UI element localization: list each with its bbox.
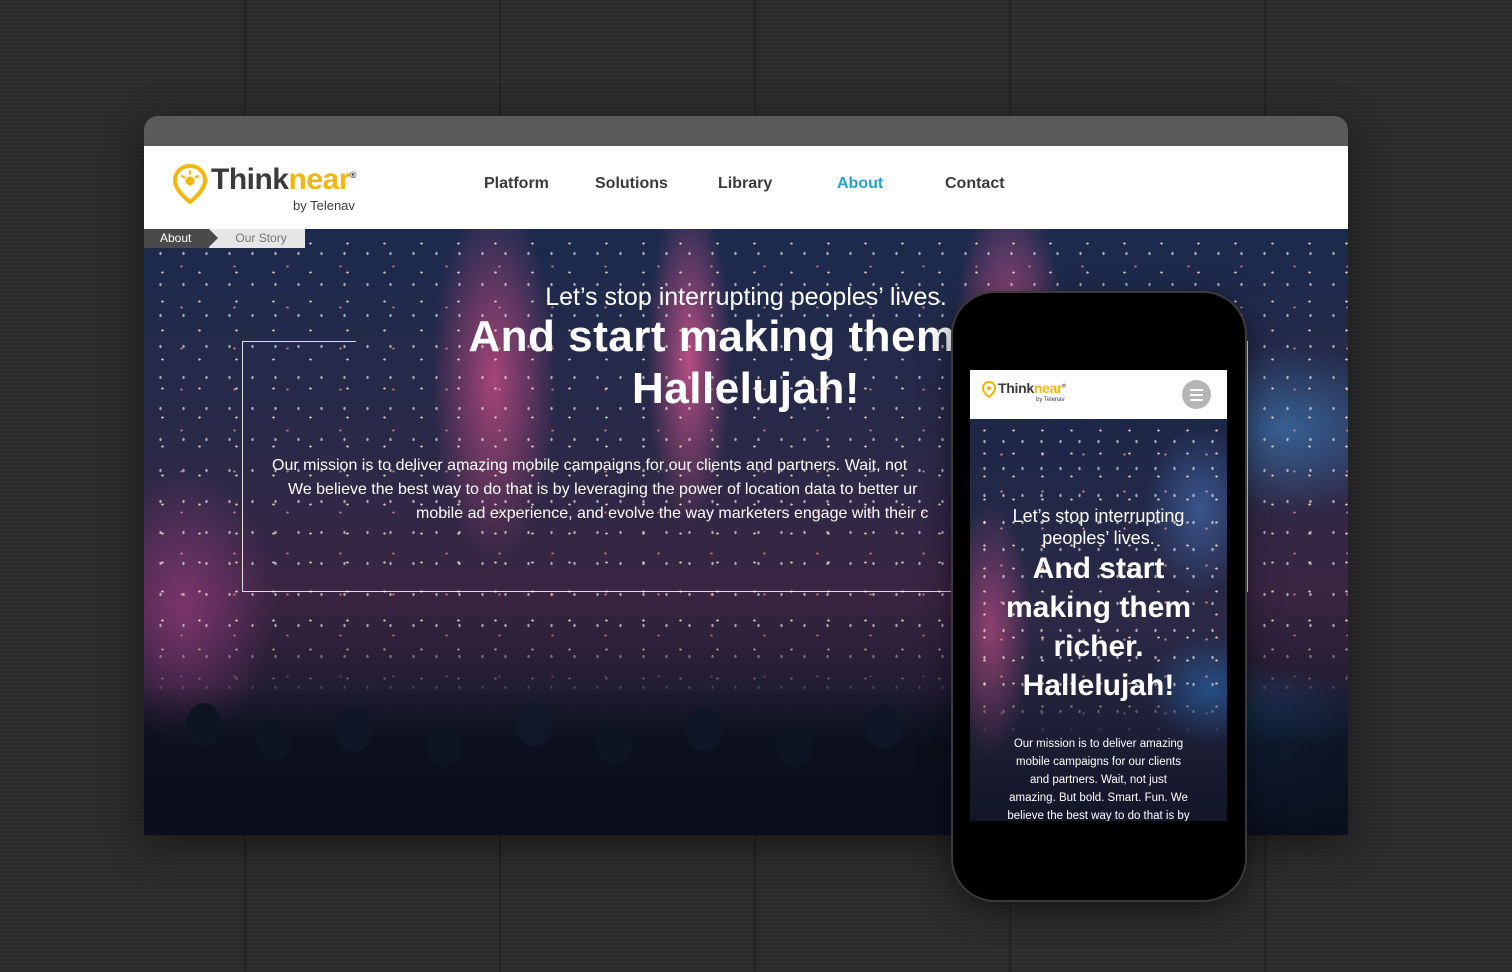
browser-title-bar [144, 116, 1348, 146]
hero-body: Our mission is to deliver amazing mobile… [264, 454, 944, 526]
mobile-logo-think: Think [998, 380, 1034, 396]
mobile-hero-subtitle-line-2: peoples’ lives. [1042, 528, 1155, 548]
mobile-hero-body-line-4: amazing. But bold. Smart. Fun. We [1009, 792, 1188, 804]
hero-body-line-2: We believe the best way to do that is by… [288, 481, 918, 498]
mobile-hero-body-line-5: believe the best way to do that is by [1007, 810, 1190, 821]
logo-byline: by Telenav [293, 198, 355, 213]
mobile-hero-body-line-1: Our mission is to deliver amazing [1013, 738, 1184, 750]
mobile-phone-mockup: Thinknear® by Telenav Let’s stop interru… [951, 291, 1247, 902]
breadcrumb-about[interactable]: About [144, 229, 219, 248]
logo-wordmark: Thinknear® [211, 163, 357, 197]
hero-body-line-1: Our mission is to deliver amazing mobile… [272, 457, 908, 474]
hero-body-line-3: mobile ad experience, and evolve the way… [416, 505, 929, 522]
nav-item-platform[interactable]: Platform [484, 175, 549, 193]
hamburger-menu-icon[interactable] [1182, 380, 1211, 409]
nav-item-about[interactable]: About [837, 175, 883, 193]
logo-near: near [288, 163, 351, 196]
logo-registered-mark: ® [349, 170, 357, 180]
breadcrumb-our-story: Our Story [209, 229, 305, 248]
mobile-hero-title-line-1: And start [1032, 552, 1165, 585]
mobile-header: Thinknear® by Telenav [970, 370, 1227, 419]
mobile-logo-wordmark[interactable]: Thinknear® [998, 380, 1066, 396]
breadcrumb: About Our Story [144, 229, 305, 248]
thinknear-logo[interactable]: Thinknear® by Telenav [173, 162, 373, 213]
logo-think: Think [211, 163, 289, 196]
mobile-logo-registered-mark: ® [1062, 383, 1066, 390]
mobile-hero-title-line-2: making them [1005, 591, 1192, 624]
mobile-location-pin-icon [982, 381, 996, 398]
mobile-hero-subtitle: Let’s stop interrupting peoples’ lives. [970, 505, 1227, 549]
mobile-hero-title: And start making them richer. Hallelujah… [970, 549, 1227, 705]
mobile-screen: Thinknear® by Telenav Let’s stop interru… [970, 370, 1227, 821]
site-header: Thinknear® by Telenav Platform Solutions… [144, 146, 1348, 229]
mobile-logo-near: near [1033, 380, 1063, 396]
mobile-hero-subtitle-line-1: Let’s stop interrupting [1012, 506, 1185, 526]
mobile-hero-body: Our mission is to deliver amazing mobile… [990, 735, 1207, 821]
nav-item-library[interactable]: Library [718, 175, 772, 193]
mobile-hero-title-line-3: richer. [1053, 630, 1144, 663]
location-pin-icon [173, 164, 207, 204]
nav-item-contact[interactable]: Contact [945, 175, 1005, 193]
mobile-logo-byline: by Telenav [1036, 397, 1065, 403]
mobile-hero-body-line-3: and partners. Wait, not just [1029, 774, 1167, 786]
nav-item-solutions[interactable]: Solutions [595, 175, 668, 193]
mobile-hero-body-line-2: mobile campaigns for our clients [1016, 756, 1181, 768]
mobile-hero-title-line-4: Hallelujah! [1022, 669, 1175, 702]
mobile-hero: Let’s stop interrupting peoples’ lives. … [970, 419, 1227, 821]
